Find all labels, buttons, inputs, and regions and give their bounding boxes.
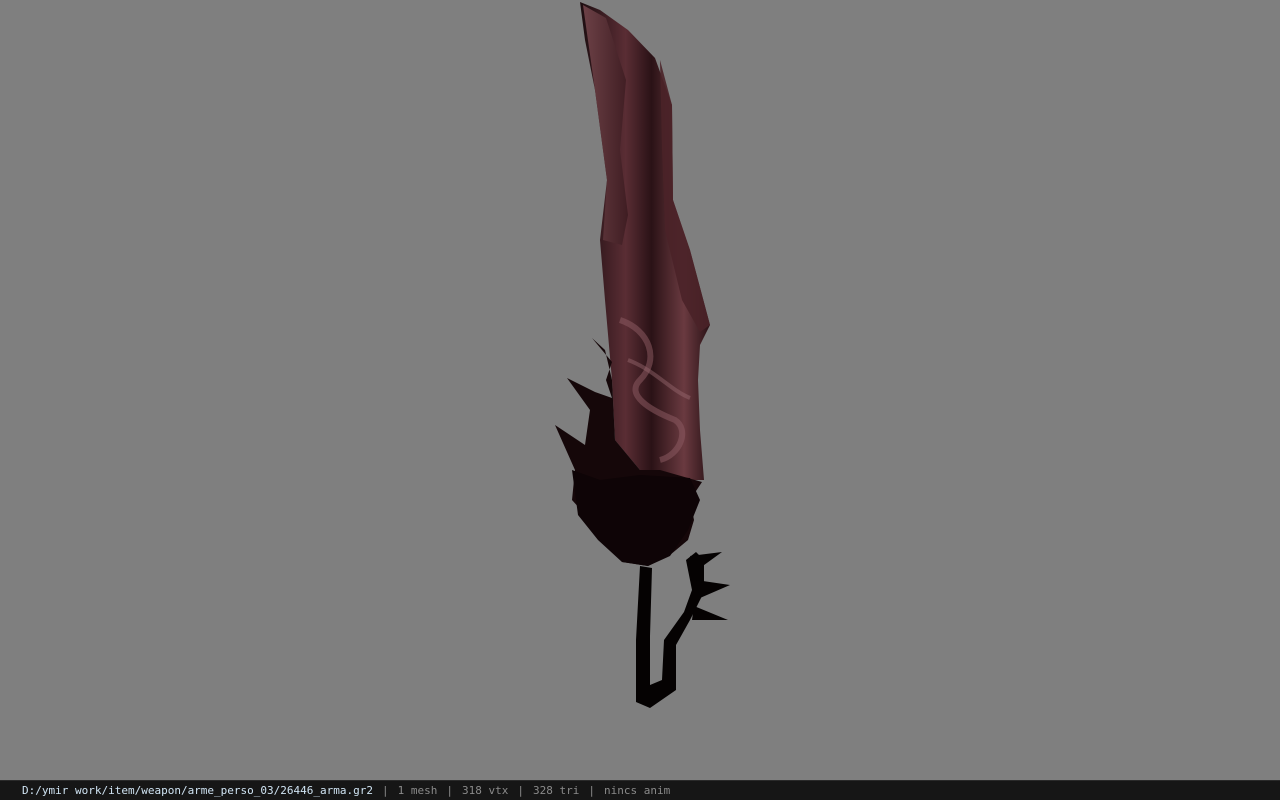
model-viewport[interactable] [0, 0, 1280, 780]
guard-body [572, 470, 700, 566]
sword-handle [636, 552, 704, 708]
status-mesh-count: 1 mesh [397, 784, 438, 797]
status-vertex-count: 318 vtx [462, 784, 509, 797]
status-separator: | [517, 784, 524, 797]
status-bar: D:/ymir work/item/weapon/arme_perso_03/2… [0, 780, 1280, 800]
status-file-path: D:/ymir work/item/weapon/arme_perso_03/2… [22, 784, 373, 797]
status-triangle-count: 328 tri [532, 784, 580, 797]
sword-model [555, 2, 730, 708]
status-separator: | [446, 784, 453, 797]
status-separator: | [382, 784, 389, 797]
status-separator: | [588, 784, 595, 797]
status-animation: nincs anim [603, 784, 671, 797]
